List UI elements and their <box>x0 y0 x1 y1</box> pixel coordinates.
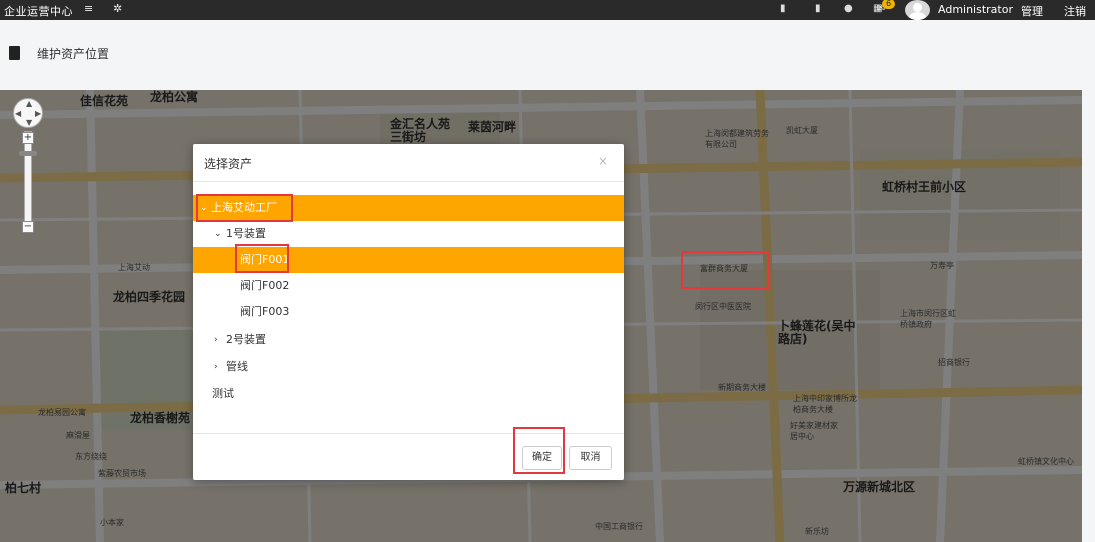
tree-node-label: 2号装置 <box>226 333 266 346</box>
pan-down-icon[interactable]: ▼ <box>26 118 32 127</box>
logout-link[interactable]: 注销 <box>1064 3 1086 19</box>
tree-node-test[interactable]: 测试 <box>193 381 624 407</box>
page-title: 维护资产位置 <box>37 47 110 61</box>
tree-node-valve-f003[interactable]: 阀门F003 <box>193 299 624 325</box>
pan-right-icon[interactable]: ▶ <box>35 109 41 118</box>
close-icon[interactable]: × <box>598 154 608 168</box>
pan-up-icon[interactable]: ▲ <box>26 99 32 108</box>
highlight-box-root <box>196 194 293 222</box>
pan-left-icon[interactable]: ◀ <box>15 109 21 118</box>
zoom-slider[interactable] <box>24 131 32 227</box>
zoom-out-button[interactable]: − <box>22 221 34 233</box>
tree-node-label: 阀门F003 <box>240 305 290 318</box>
top-navbar: 企业运营中心 ≡ ✲ ▮ ▮ ● ▦ ✉ 6 Administrator 管理 … <box>0 0 1095 20</box>
menu-icon[interactable]: ≡ <box>84 2 93 15</box>
zoom-handle[interactable] <box>19 151 37 156</box>
tree-node-label: 管线 <box>226 360 248 373</box>
highlight-box-confirm <box>513 427 565 474</box>
tree-node-pipeline[interactable]: › 管线 <box>193 354 624 380</box>
highlight-box-building <box>681 251 770 289</box>
cancel-button[interactable]: 取消 <box>569 446 612 470</box>
avatar[interactable] <box>905 0 930 20</box>
zoom-in-button[interactable]: + <box>22 132 34 144</box>
username[interactable]: Administrator <box>938 3 1013 16</box>
chevron-right-icon[interactable]: › <box>214 354 218 380</box>
mail-badge: 6 <box>882 0 895 9</box>
tree-node-label: 测试 <box>212 387 234 400</box>
map-icon[interactable]: ▮ <box>780 3 786 14</box>
tree-node-device-2[interactable]: › 2号装置 <box>193 327 624 353</box>
map-pan-control[interactable]: ▲ ◀ ▶ ▼ <box>13 98 43 128</box>
dialog-title: 选择资产 <box>204 157 253 171</box>
document-icon <box>9 46 20 60</box>
gear-icon[interactable]: ✲ <box>113 2 122 15</box>
chevron-right-icon[interactable]: › <box>214 327 218 353</box>
manage-link[interactable]: 管理 <box>1021 3 1043 19</box>
chevron-down-icon[interactable]: ⌄ <box>214 221 222 247</box>
highlight-box-valve <box>235 244 289 273</box>
dialog-divider <box>193 181 624 182</box>
user-icon[interactable]: ● <box>844 3 853 14</box>
document-icon[interactable]: ▮ <box>815 3 821 14</box>
tree-node-label: 阀门F002 <box>240 279 290 292</box>
brand-title: 企业运营中心 <box>4 5 73 18</box>
page-header: 维护资产位置 <box>0 20 1095 96</box>
tree-node-valve-f002[interactable]: 阀门F002 <box>193 273 624 299</box>
